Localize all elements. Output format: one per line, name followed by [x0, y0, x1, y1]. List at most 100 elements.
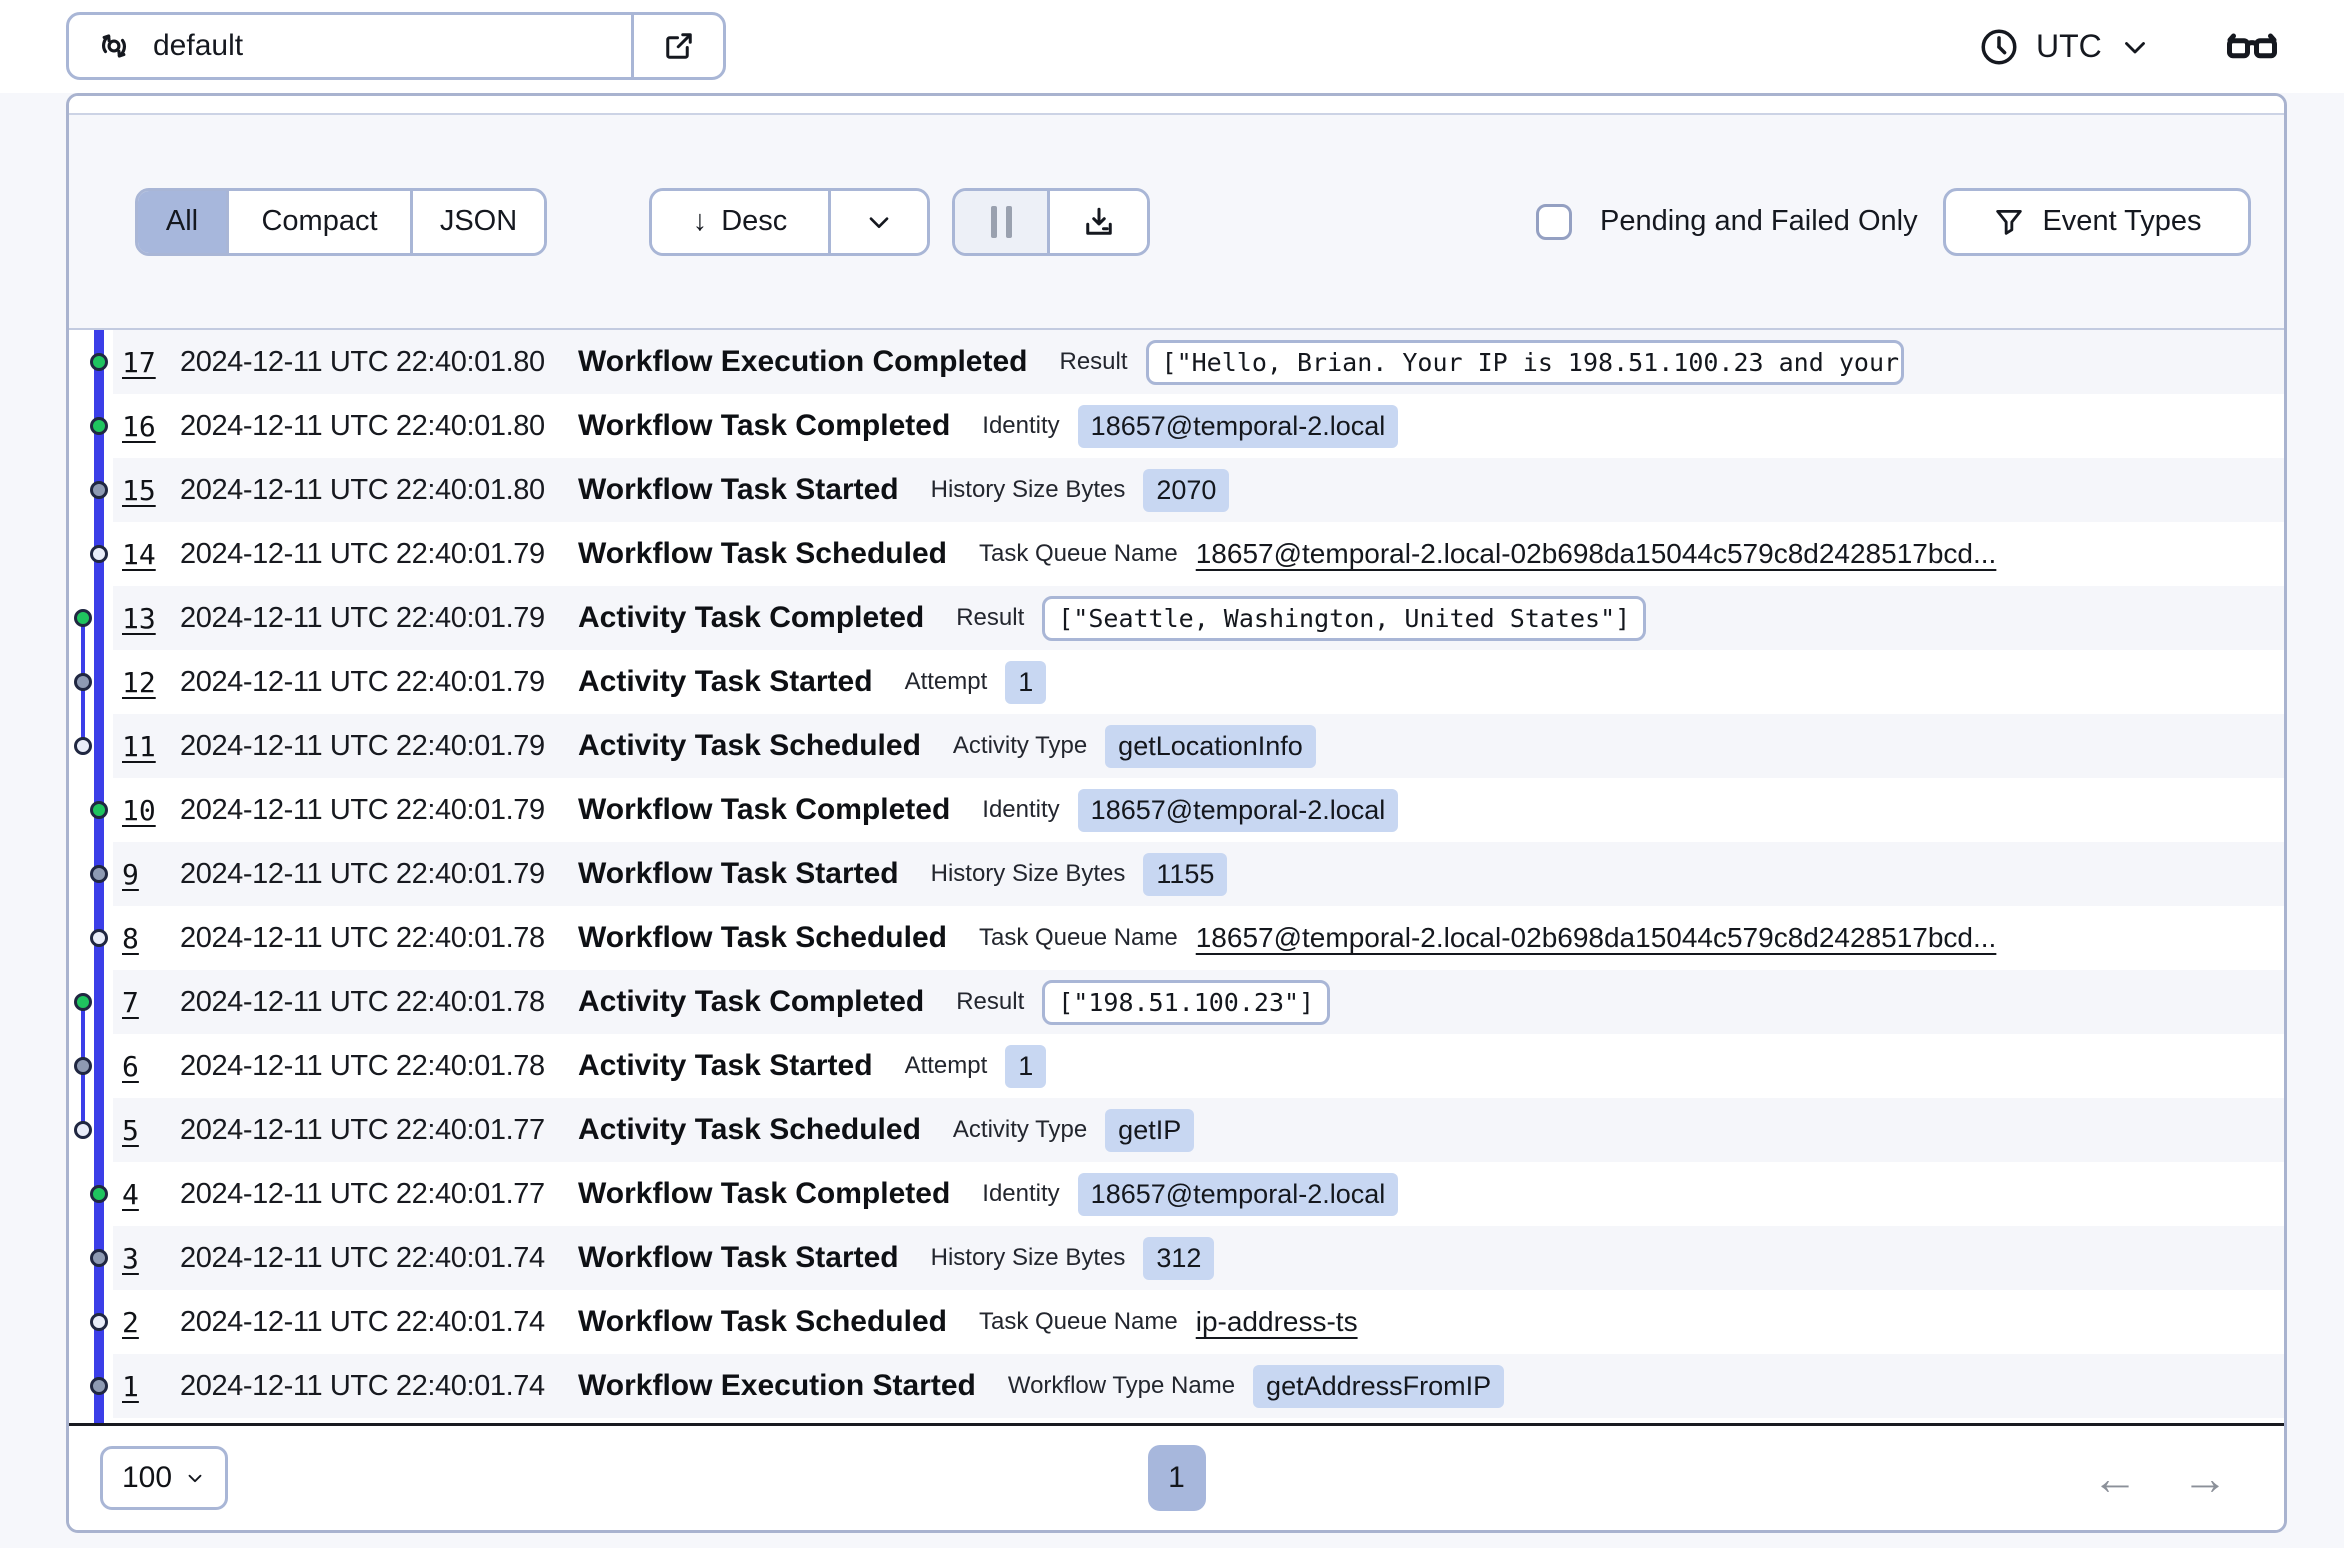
chevron-down-icon — [863, 206, 895, 238]
event-id-link[interactable]: 6 — [122, 1050, 180, 1083]
event-id-link[interactable]: 8 — [122, 922, 180, 955]
glasses-icon — [2222, 17, 2282, 77]
event-history-list: 17 2024-12-11 UTC 22:40:01.80 Workflow E… — [69, 330, 2284, 1423]
event-status-dot — [74, 609, 92, 627]
tab-compact[interactable]: Compact — [226, 190, 410, 253]
event-status-dot — [90, 1185, 108, 1203]
event-attribute-value: getAddressFromIP — [1253, 1364, 1505, 1408]
previous-page-arrow[interactable]: ← — [2092, 1451, 2138, 1505]
sort-options-dropdown-button[interactable] — [828, 190, 927, 253]
download-button[interactable] — [1047, 190, 1147, 253]
event-attribute-value[interactable]: ip-address-ts — [1196, 1306, 1358, 1338]
event-timestamp: 2024-12-11 UTC 22:40:01.79 — [180, 857, 545, 890]
event-attribute-label: Result — [956, 604, 1025, 631]
event-timestamp: 2024-12-11 UTC 22:40:01.80 — [180, 345, 545, 378]
event-row[interactable]: 4 2024-12-11 UTC 22:40:01.77 Workflow Ta… — [69, 1162, 2284, 1226]
event-attribute-label: Identity — [982, 1180, 1060, 1207]
event-attribute-label: History Size Bytes — [930, 860, 1126, 887]
event-name: Activity Task Scheduled — [578, 729, 921, 762]
timezone-selector[interactable]: UTC — [1978, 0, 2152, 93]
event-id-link[interactable]: 9 — [122, 858, 180, 891]
event-row[interactable]: 14 2024-12-11 UTC 22:40:01.79 Workflow T… — [69, 522, 2284, 586]
event-row[interactable]: 15 2024-12-11 UTC 22:40:01.80 Workflow T… — [69, 458, 2284, 522]
next-page-arrow[interactable]: → — [2182, 1451, 2228, 1505]
event-row[interactable]: 9 2024-12-11 UTC 22:40:01.79 Workflow Ta… — [69, 842, 2284, 906]
event-row[interactable]: 5 2024-12-11 UTC 22:40:01.77 Activity Ta… — [69, 1098, 2284, 1162]
event-attribute-value: ["Hello, Brian. Your IP is 198.51.100.23… — [1145, 339, 1904, 385]
event-attribute-value: getIP — [1105, 1108, 1195, 1152]
event-id-link[interactable]: 14 — [122, 538, 180, 571]
event-row[interactable]: 8 2024-12-11 UTC 22:40:01.78 Workflow Ta… — [69, 906, 2284, 970]
event-row[interactable]: 16 2024-12-11 UTC 22:40:01.80 Workflow T… — [69, 394, 2284, 458]
event-attribute-value[interactable]: 18657@temporal-2.local-02b698da15044c579… — [1196, 538, 1997, 570]
event-row[interactable]: 13 2024-12-11 UTC 22:40:01.79 Activity T… — [69, 586, 2284, 650]
event-attribute-value: 312 — [1143, 1236, 1215, 1280]
event-attribute-label: Attempt — [904, 668, 988, 695]
namespace-switcher: default — [66, 12, 726, 80]
event-id-link[interactable]: 11 — [122, 730, 180, 763]
pagination-bar: 100 1 ← → — [69, 1426, 2284, 1530]
event-status-dot — [90, 929, 108, 947]
event-attribute-label: Identity — [982, 412, 1060, 439]
event-attribute-label: Attempt — [904, 1052, 988, 1079]
event-id-link[interactable]: 2 — [122, 1306, 180, 1339]
event-name: Workflow Task Scheduled — [578, 921, 947, 954]
event-id-link[interactable]: 17 — [122, 346, 180, 379]
event-status-dot — [90, 417, 108, 435]
page-size-select[interactable]: 100 — [100, 1446, 228, 1510]
event-attribute-value: ["Seattle, Washington, United States"] — [1042, 595, 1647, 641]
tab-json[interactable]: JSON — [410, 190, 544, 253]
event-id-link[interactable]: 7 — [122, 986, 180, 1019]
event-id-link[interactable]: 3 — [122, 1242, 180, 1275]
event-timestamp: 2024-12-11 UTC 22:40:01.78 — [180, 985, 545, 1018]
event-attribute-value: 18657@temporal-2.local — [1077, 788, 1399, 832]
event-name: Activity Task Started — [578, 665, 873, 698]
event-status-dot — [74, 673, 92, 691]
event-attribute-value[interactable]: 18657@temporal-2.local-02b698da15044c579… — [1196, 922, 1997, 954]
event-attribute-value: 18657@temporal-2.local — [1077, 404, 1399, 448]
download-icon — [1081, 204, 1117, 240]
event-row[interactable]: 6 2024-12-11 UTC 22:40:01.78 Activity Ta… — [69, 1034, 2284, 1098]
event-id-link[interactable]: 15 — [122, 474, 180, 507]
event-row[interactable]: 10 2024-12-11 UTC 22:40:01.79 Workflow T… — [69, 778, 2284, 842]
event-row[interactable]: 7 2024-12-11 UTC 22:40:01.78 Activity Ta… — [69, 970, 2284, 1034]
event-id-link[interactable]: 1 — [122, 1370, 180, 1403]
event-row[interactable]: 2 2024-12-11 UTC 22:40:01.74 Workflow Ta… — [69, 1290, 2284, 1354]
pending-failed-checkbox[interactable] — [1536, 203, 1572, 240]
event-types-filter-button[interactable]: Event Types — [1943, 187, 2251, 256]
event-row[interactable]: 1 2024-12-11 UTC 22:40:01.74 Workflow Ex… — [69, 1354, 2284, 1418]
event-attribute-value: getLocationInfo — [1105, 724, 1316, 768]
sort-desc-button[interactable]: ↓ Desc — [652, 190, 828, 253]
event-status-dot — [90, 801, 108, 819]
event-id-link[interactable]: 16 — [122, 410, 180, 443]
event-attribute-label: History Size Bytes — [930, 476, 1126, 503]
event-status-dot — [74, 1121, 92, 1139]
event-row[interactable]: 11 2024-12-11 UTC 22:40:01.79 Activity T… — [69, 714, 2284, 778]
pending-failed-filter[interactable]: Pending and Failed Only — [1536, 203, 1918, 240]
event-timestamp: 2024-12-11 UTC 22:40:01.78 — [180, 921, 545, 954]
event-id-link[interactable]: 4 — [122, 1178, 180, 1211]
event-row[interactable]: 17 2024-12-11 UTC 22:40:01.80 Workflow E… — [69, 330, 2284, 394]
labs-mode-button[interactable] — [2222, 0, 2282, 93]
event-status-dot — [90, 865, 108, 883]
current-page-button[interactable]: 1 — [1147, 1445, 1206, 1511]
event-id-link[interactable]: 5 — [122, 1114, 180, 1147]
event-id-link[interactable]: 10 — [122, 794, 180, 827]
event-name: Workflow Task Completed — [578, 409, 951, 442]
namespace-select[interactable]: default — [69, 15, 631, 77]
tab-all[interactable]: All — [138, 190, 226, 253]
pause-button[interactable] — [955, 190, 1047, 253]
event-timestamp: 2024-12-11 UTC 22:40:01.77 — [180, 1113, 545, 1146]
event-id-link[interactable]: 12 — [122, 666, 180, 699]
event-attribute-label: Task Queue Name — [978, 540, 1178, 567]
event-row[interactable]: 3 2024-12-11 UTC 22:40:01.74 Workflow Ta… — [69, 1226, 2284, 1290]
event-history-panel: All Compact JSON ↓ Desc Pending and Fail… — [66, 93, 2287, 1533]
event-name: Activity Task Completed — [578, 601, 925, 634]
event-status-dot — [90, 1313, 108, 1331]
event-row[interactable]: 12 2024-12-11 UTC 22:40:01.79 Activity T… — [69, 650, 2284, 714]
event-attribute-label: Activity Type — [952, 732, 1088, 759]
namespace-external-link-button[interactable] — [631, 15, 723, 77]
event-attribute-label: Result — [956, 988, 1025, 1015]
event-name: Workflow Task Completed — [578, 793, 951, 826]
event-id-link[interactable]: 13 — [122, 602, 180, 635]
